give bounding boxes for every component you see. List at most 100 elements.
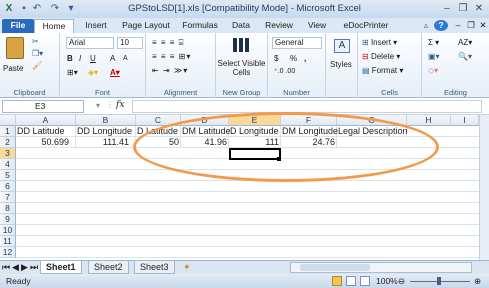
tab-edocprinter[interactable]: eDocPrinter [338, 19, 394, 33]
tab-insert[interactable]: Insert [78, 19, 114, 33]
sheet-tab-sheet3[interactable]: Sheet3 [134, 261, 175, 274]
first-sheet-icon[interactable]: ⏮ [2, 261, 10, 274]
autosum-button[interactable]: Σ ▾ [428, 37, 439, 48]
decimal-icons[interactable]: ⁺.0 .00 [274, 66, 295, 77]
vertical-align-icons[interactable]: ≡ ≡ ≡ ⌸ [152, 37, 184, 48]
styles-icon[interactable]: A [334, 39, 350, 53]
page-break-view-icon[interactable] [360, 276, 370, 286]
format-painter-icon[interactable]: 🖌 [32, 60, 42, 71]
row-header[interactable]: 10 [0, 225, 16, 236]
close-icon[interactable]: ✕ [472, 2, 486, 16]
next-sheet-icon[interactable]: ▶ [21, 261, 28, 274]
row-header[interactable]: 8 [0, 203, 16, 214]
normal-view-icon[interactable] [332, 276, 342, 286]
row-header[interactable]: 11 [0, 236, 16, 247]
cell-A1[interactable]: DD Latitude [16, 126, 76, 137]
delete-cells-label: Delete [370, 52, 395, 61]
formula-input[interactable] [132, 100, 482, 113]
insert-cells-button[interactable]: ⊞ Insert ▾ [362, 37, 397, 48]
italic-button[interactable]: I [79, 53, 81, 64]
prev-sheet-icon[interactable]: ◀ [12, 261, 19, 274]
bold-button[interactable]: B [67, 53, 73, 64]
workbook-restore-icon[interactable]: ❐ [465, 19, 477, 33]
cell-B1[interactable]: DD Longitude [76, 126, 136, 137]
row-header[interactable]: 1 [0, 126, 16, 137]
editing-group: Σ ▾ AZ▾ ▣▾ 🔍▾ ◇▾ Editing [422, 33, 489, 98]
cut-icon[interactable]: ✂ [32, 36, 39, 47]
row-header[interactable]: 5 [0, 170, 16, 181]
workbook-close-icon[interactable]: ✕ [477, 19, 489, 33]
fill-color-icon[interactable]: ◈▾ [88, 67, 98, 78]
copy-icon[interactable]: ❐▾ [32, 48, 43, 59]
tab-formulas[interactable]: Formulas [178, 19, 222, 33]
zoom-slider-thumb[interactable] [437, 277, 441, 285]
comma-button[interactable]: , [304, 53, 306, 64]
row-header[interactable]: 2 [0, 137, 16, 148]
borders-icon[interactable]: ⊞▾ [67, 67, 78, 78]
restore-icon[interactable]: ❐ [456, 2, 470, 16]
window-title: GPStoLSD[1].xls [Compatibility Mode] - M… [128, 3, 361, 14]
sheet-tab-sheet1[interactable]: Sheet1 [40, 261, 82, 274]
row-header[interactable]: 4 [0, 159, 16, 170]
workbook-minimize-icon[interactable]: – [452, 19, 464, 33]
column-header[interactable]: I [451, 115, 479, 126]
row-header[interactable]: 12 [0, 247, 16, 258]
help-icon[interactable]: ? [434, 20, 448, 31]
styles-button[interactable]: Styles [330, 59, 352, 70]
font-color-icon[interactable]: A▾ [110, 67, 120, 78]
format-cells-button[interactable]: ▤ Format ▾ [362, 65, 403, 76]
tab-file[interactable]: File [2, 19, 34, 33]
number-group: General $ % , ⁺.0 .00 Number [268, 33, 326, 98]
sort-filter-button[interactable]: AZ▾ [458, 37, 472, 48]
minimize-icon[interactable]: – [440, 2, 454, 16]
vertical-scrollbar[interactable] [479, 115, 489, 260]
ribbon-minimize-icon[interactable]: ▵ [420, 19, 432, 33]
select-visible-cells-icon[interactable] [233, 38, 251, 52]
row-header-selected[interactable]: 3 [0, 148, 16, 159]
grow-font-button[interactable]: A [110, 53, 115, 64]
column-header[interactable]: B [76, 115, 136, 126]
horizontal-align-icons[interactable]: ≡ ≡ ≡ ⊞▾ [152, 51, 191, 62]
name-box[interactable]: E3 [2, 100, 84, 113]
tab-home[interactable]: Home [34, 19, 74, 33]
insert-sheet-icon[interactable]: ✦ [178, 261, 196, 274]
tab-view[interactable]: View [302, 19, 332, 33]
delete-cells-button[interactable]: ⊟ Delete ▾ [362, 51, 400, 62]
font-size-select[interactable]: 10 [117, 37, 143, 49]
tab-page-layout[interactable]: Page Layout [118, 19, 174, 33]
column-header[interactable]: H [407, 115, 451, 126]
currency-button[interactable]: $ [274, 53, 278, 64]
percent-button[interactable]: % [290, 53, 297, 64]
row-header[interactable]: 6 [0, 181, 16, 192]
paste-icon[interactable] [6, 37, 24, 59]
select-visible-cells-button[interactable]: Select Visible Cells [216, 59, 267, 77]
indent-icons[interactable]: ⇤ ⇥ ≫▾ [152, 65, 188, 76]
zoom-level[interactable]: 100% [376, 274, 398, 288]
row-header[interactable]: 9 [0, 214, 16, 225]
shrink-font-button[interactable]: A [123, 53, 128, 64]
tab-data[interactable]: Data [226, 19, 256, 33]
tab-review[interactable]: Review [260, 19, 298, 33]
number-format-select[interactable]: General [272, 37, 322, 49]
zoom-out-icon[interactable]: ⊖ [398, 274, 405, 288]
column-header[interactable]: A [16, 115, 76, 126]
name-box-dropdown-icon[interactable]: ▾ [96, 101, 100, 110]
find-select-icon[interactable]: 🔍▾ [458, 51, 472, 62]
zoom-in-icon[interactable]: ⊕ [474, 274, 481, 288]
cell-A2[interactable]: 50.699 [16, 137, 76, 148]
insert-function-button[interactable]: fx [116, 100, 124, 110]
sheet-tab-sheet2[interactable]: Sheet2 [88, 261, 129, 274]
page-layout-view-icon[interactable] [346, 276, 356, 286]
select-all-corner[interactable] [0, 115, 16, 126]
clear-icon[interactable]: ◇▾ [428, 65, 438, 76]
last-sheet-icon[interactable]: ⏭ [30, 261, 38, 274]
paste-button[interactable]: Paste [3, 63, 23, 74]
row-header[interactable]: 7 [0, 192, 16, 203]
ribbon: Paste ✂ ❐▾ 🖌 Clipboard Arial 10 B I U A … [0, 33, 489, 98]
cell-B2[interactable]: 111.41 [76, 137, 136, 148]
font-name-select[interactable]: Arial [66, 37, 114, 49]
scroll-thumb[interactable] [300, 264, 370, 271]
fill-icon[interactable]: ▣▾ [428, 51, 440, 62]
underline-button[interactable]: U [90, 53, 96, 64]
insert-cells-icon: ⊞ [362, 38, 369, 47]
